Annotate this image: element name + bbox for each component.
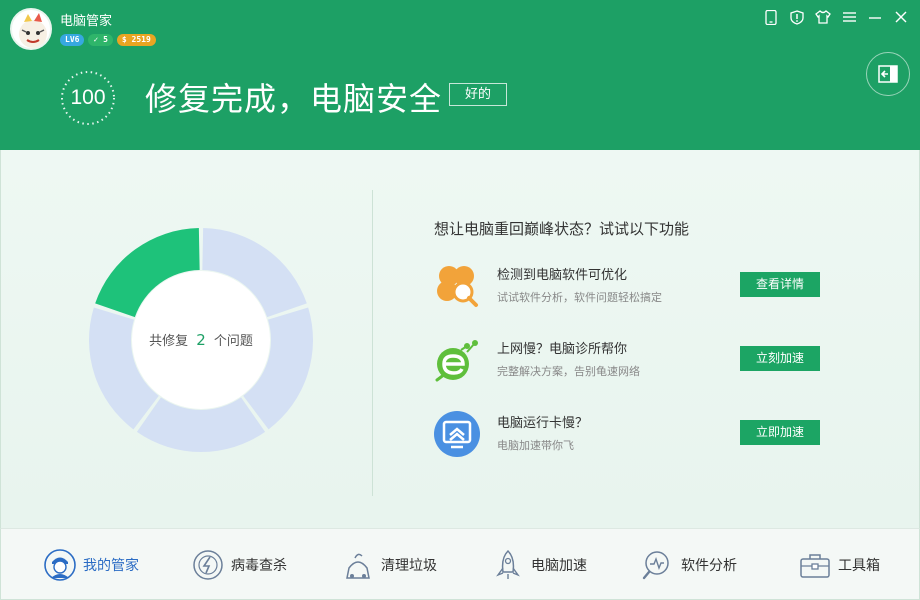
nav-label: 软件分析 [681, 558, 737, 574]
ok-button[interactable]: 好的 [449, 83, 507, 106]
coin-badge[interactable]: $ 2519 [116, 34, 156, 46]
nav-item-software-analysis[interactable]: 软件分析 [641, 548, 737, 582]
check-badge[interactable]: ✓ 5 [88, 34, 113, 46]
shield-icon[interactable] [788, 8, 806, 26]
exit-icon [878, 65, 898, 83]
phone-icon[interactable] [762, 8, 780, 26]
toolbox-icon [800, 554, 830, 578]
health-score: 100 [70, 86, 106, 109]
nav-item-cleanup[interactable]: 清理垃圾 [341, 548, 437, 582]
minimize-icon[interactable] [866, 8, 884, 26]
skin-tshirt-icon[interactable] [814, 8, 832, 26]
speed-up-now-button[interactable]: 立刻加速 [740, 346, 820, 371]
nav-label: 病毒查杀 [231, 558, 287, 574]
app-title: 电脑管家 [60, 14, 113, 29]
level-badge[interactable]: LV6 [60, 34, 85, 46]
header-banner: 电脑管家 LV6 ✓ 5 $ 2519 100 修复完成，电脑安全 好的 [0, 0, 920, 150]
suggestion-title: 电脑运行卡慢？ [497, 416, 589, 431]
main-panel: 共修复 2 个问题 想让电脑重回巅峰状态？试试以下功能 检测到电脑软件可优化 试… [0, 150, 920, 528]
avatar[interactable] [10, 8, 52, 50]
suggestion-desc: 完整解决方案，告别龟速网络 [497, 365, 640, 378]
suggestion-item: 电脑运行卡慢？ 电脑加速带你飞 立即加速 [433, 410, 833, 460]
virus-scan-icon [193, 550, 223, 580]
suggestion-item: 检测到电脑软件可优化 试试软件分析，软件问题轻松搞定 查看详情 [433, 262, 833, 312]
summary-count: 2 [196, 331, 206, 349]
nav-label: 工具箱 [838, 558, 880, 574]
clover-search-icon [437, 266, 478, 307]
suggestion-desc: 试试软件分析，软件问题轻松搞定 [497, 291, 662, 304]
exit-button[interactable] [866, 52, 910, 96]
nav-item-virus-scan[interactable]: 病毒查杀 [191, 548, 287, 582]
bottom-nav: 我的管家 病毒查杀 清理垃圾 电脑加速 软件分析 工具箱 [0, 528, 920, 600]
suggestion-desc: 电脑加速带你飞 [497, 439, 574, 452]
suggestion-title: 检测到电脑软件可优化 [497, 268, 628, 283]
divider [372, 190, 373, 496]
monitor-speed-icon [434, 411, 480, 457]
user-badges: LV6 ✓ 5 $ 2519 [60, 34, 156, 46]
summary-suffix: 个问题 [213, 334, 253, 349]
suggestions-heading: 想让电脑重回巅峰状态？试试以下功能 [434, 220, 690, 238]
accelerate-now-button[interactable]: 立即加速 [740, 420, 820, 445]
nav-item-toolbox[interactable]: 工具箱 [798, 548, 880, 582]
nav-label: 我的管家 [83, 558, 139, 574]
software-analysis-icon [642, 551, 669, 580]
repair-summary: 共修复 2 个问题 [85, 330, 317, 349]
network-bug-e-icon [435, 340, 478, 382]
suggestion-item: 上网慢？电脑诊所帮你 完整解决方案，告别龟速网络 立刻加速 [433, 336, 833, 386]
suggestion-title: 上网慢？电脑诊所帮你 [497, 342, 628, 357]
nav-item-speedup[interactable]: 电脑加速 [491, 548, 587, 582]
menu-icon[interactable] [840, 8, 858, 26]
window-controls [762, 8, 910, 26]
nav-item-my-butler[interactable]: 我的管家 [43, 548, 139, 582]
close-icon[interactable] [892, 8, 910, 26]
status-title: 修复完成，电脑安全 [145, 80, 443, 118]
butler-icon [44, 549, 76, 581]
view-details-button[interactable]: 查看详情 [740, 272, 820, 297]
rocket-icon [496, 549, 520, 579]
summary-prefix: 共修复 [149, 334, 189, 349]
nav-label: 清理垃圾 [381, 558, 437, 574]
cleanup-icon [346, 553, 370, 579]
nav-label: 电脑加速 [531, 558, 587, 574]
